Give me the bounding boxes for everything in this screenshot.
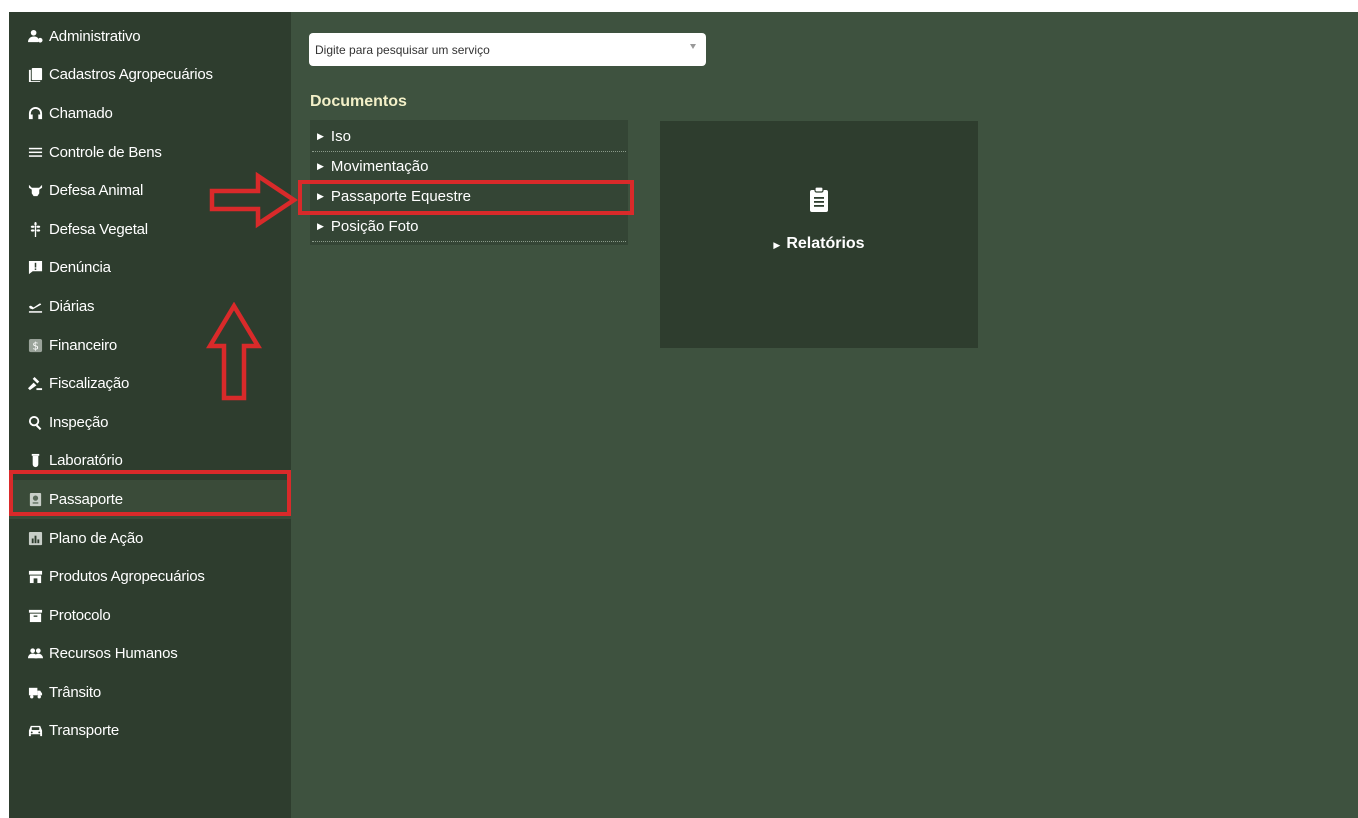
sidebar-item-protocolo[interactable]: Protocolo xyxy=(9,596,291,635)
sidebar-item-denuncia[interactable]: Denúncia xyxy=(9,249,291,288)
flask-icon xyxy=(26,453,44,469)
search-icon xyxy=(26,414,44,430)
sidebar-item-label: Protocolo xyxy=(49,606,111,624)
sidebar-item-plano-de-acao[interactable]: Plano de Ação xyxy=(9,519,291,558)
list-icon xyxy=(26,144,44,160)
sidebar-item-diarias[interactable]: Diárias xyxy=(9,287,291,326)
truck-icon xyxy=(26,684,44,700)
sidebar-item-label: Denúncia xyxy=(49,259,111,277)
headset-icon xyxy=(26,105,44,121)
sidebar-item-transito[interactable]: Trânsito xyxy=(9,673,291,712)
sidebar-item-label: Recursos Humanos xyxy=(49,645,178,663)
sidebar: Administrativo Cadastros Agropecuários C… xyxy=(9,12,291,818)
sidebar-item-label: Fiscalização xyxy=(49,375,130,393)
sidebar-item-label: Cadastros Agropecuários xyxy=(49,66,213,84)
sidebar-item-chamado[interactable]: Chamado xyxy=(9,94,291,133)
sidebar-item-label: Inspeção xyxy=(49,413,109,431)
section-title-documentos: Documentos xyxy=(310,93,407,110)
sidebar-item-produtos-agropecuarios[interactable]: Produtos Agropecuários xyxy=(9,557,291,596)
dollar-icon: $ xyxy=(26,337,44,353)
plane-departure-icon xyxy=(26,298,44,314)
clipboard-icon xyxy=(810,187,828,212)
triangle-right-icon: ▶ xyxy=(317,191,324,201)
archive-icon xyxy=(26,607,44,623)
reports-card[interactable]: ▶ Relatórios xyxy=(660,121,978,348)
svg-text:$: $ xyxy=(32,340,38,352)
sidebar-item-label: Produtos Agropecuários xyxy=(49,568,205,586)
sidebar-item-label: Plano de Ação xyxy=(49,529,144,547)
document-item-passaporte-equestre[interactable]: ▶ Passaporte Equestre xyxy=(312,182,626,212)
car-icon xyxy=(26,723,44,739)
search-input[interactable] xyxy=(315,42,675,57)
sidebar-item-label: Controle de Bens xyxy=(49,143,162,161)
triangle-right-icon: ▶ xyxy=(317,131,324,141)
app-frame: Administrativo Cadastros Agropecuários C… xyxy=(9,12,1358,818)
document-item-posicao-foto[interactable]: ▶ Posição Foto xyxy=(312,212,626,242)
sidebar-item-controle-de-bens[interactable]: Controle de Bens xyxy=(9,133,291,172)
users-icon xyxy=(26,646,44,662)
sidebar-item-inspecao[interactable]: Inspeção xyxy=(9,403,291,442)
sidebar-item-label: Diárias xyxy=(49,297,95,315)
sidebar-item-label: Trânsito xyxy=(49,683,102,701)
chevron-down-icon[interactable] xyxy=(690,44,696,49)
sidebar-item-financeiro[interactable]: $ Financeiro xyxy=(9,326,291,365)
triangle-right-icon: ▶ xyxy=(317,221,324,231)
sidebar-item-recursos-humanos[interactable]: Recursos Humanos xyxy=(9,635,291,674)
document-item-label: Movimentação xyxy=(330,158,429,175)
triangle-right-icon: ▶ xyxy=(773,240,781,250)
documents-list: ▶ Iso ▶ Movimentação ▶ Passaporte Equest… xyxy=(310,120,628,245)
sidebar-item-label: Chamado xyxy=(49,104,113,122)
chart-icon xyxy=(26,530,44,546)
sidebar-item-label: Financeiro xyxy=(49,336,118,354)
gavel-icon xyxy=(26,376,44,392)
sidebar-item-label: Administrativo xyxy=(49,27,141,45)
sidebar-item-label: Defesa Animal xyxy=(49,182,144,200)
document-item-iso[interactable]: ▶ Iso xyxy=(312,122,626,152)
wheat-icon xyxy=(26,221,44,237)
reports-label: Relatórios xyxy=(786,235,865,252)
document-item-label: Passaporte Equestre xyxy=(330,188,472,205)
sidebar-item-label: Laboratório xyxy=(49,452,123,470)
sidebar-item-defesa-vegetal[interactable]: Defesa Vegetal xyxy=(9,210,291,249)
alert-message-icon xyxy=(26,260,44,276)
reports-label-row: ▶ Relatórios xyxy=(773,235,864,253)
passport-icon xyxy=(26,491,44,507)
document-item-movimentacao[interactable]: ▶ Movimentação xyxy=(312,152,626,182)
sidebar-item-cadastros-agropecuarios[interactable]: Cadastros Agropecuários xyxy=(9,56,291,95)
sidebar-item-defesa-animal[interactable]: Defesa Animal xyxy=(9,171,291,210)
sidebar-item-fiscalizacao[interactable]: Fiscalização xyxy=(9,364,291,403)
document-item-label: Posição Foto xyxy=(330,218,419,235)
sidebar-item-label: Passaporte xyxy=(49,490,123,508)
store-icon xyxy=(26,569,44,585)
document-item-label: Iso xyxy=(330,128,351,145)
sidebar-item-label: Defesa Vegetal xyxy=(49,220,148,238)
sidebar-item-laboratorio[interactable]: Laboratório xyxy=(9,442,291,481)
sidebar-item-label: Transporte xyxy=(49,722,119,740)
search-select[interactable] xyxy=(309,33,706,66)
triangle-right-icon: ▶ xyxy=(317,161,324,171)
main-content: Documentos ▶ Iso ▶ Movimentação ▶ Passap… xyxy=(291,12,1358,818)
sidebar-item-transporte[interactable]: Transporte xyxy=(9,712,291,751)
user-gear-icon xyxy=(26,28,44,44)
sidebar-item-passaporte[interactable]: Passaporte xyxy=(9,480,291,519)
document-list-icon xyxy=(26,67,44,83)
sidebar-item-administrativo[interactable]: Administrativo xyxy=(9,17,291,56)
bull-icon xyxy=(26,183,44,199)
